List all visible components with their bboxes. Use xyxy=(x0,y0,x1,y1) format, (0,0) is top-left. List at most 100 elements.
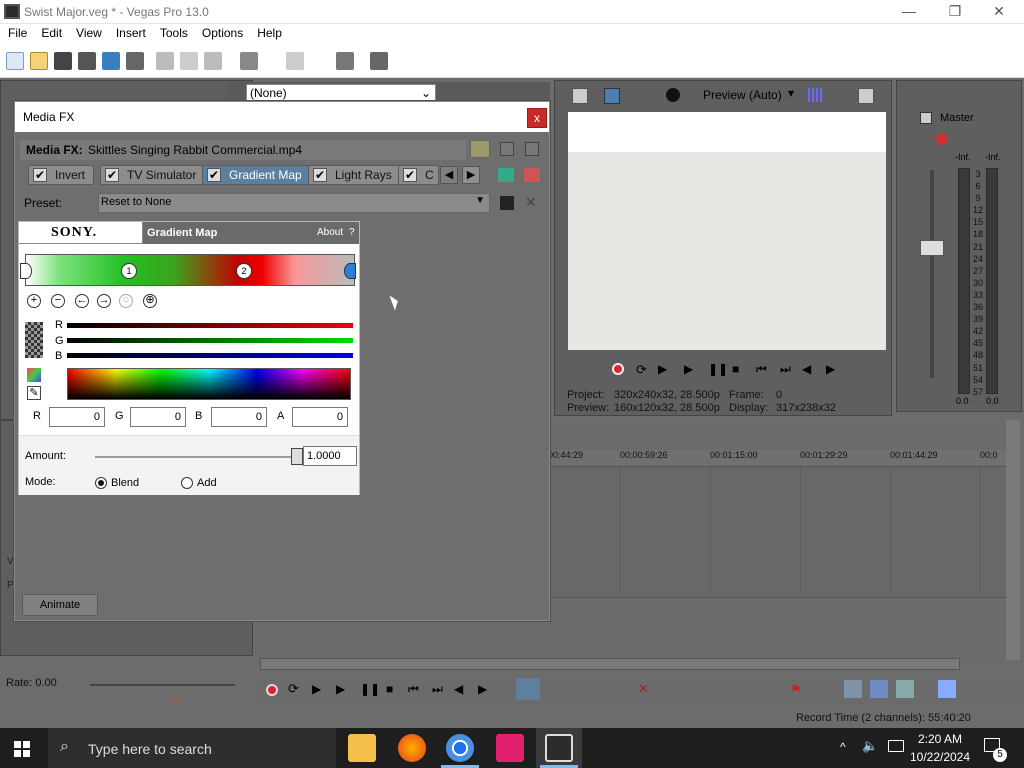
show-hidden-icons[interactable]: ^ xyxy=(840,740,846,754)
chrome-icon[interactable] xyxy=(446,734,474,762)
rate-slider[interactable] xyxy=(90,684,235,686)
move-stop-left-icon[interactable]: ← xyxy=(75,294,89,308)
previous-frame-icon[interactable]: ◀ xyxy=(802,362,811,376)
save-icon[interactable] xyxy=(54,52,72,70)
remove-stop-icon[interactable]: − xyxy=(51,294,65,308)
master-fx-icon[interactable] xyxy=(936,133,948,145)
chain-button-invert[interactable]: ✔ Invert xyxy=(28,165,95,185)
snapping-icon[interactable] xyxy=(938,680,956,698)
amount-input[interactable]: 1.0000 xyxy=(303,446,357,466)
auto-ripple-icon[interactable] xyxy=(844,680,862,698)
clock-time[interactable]: 2:20 AM xyxy=(910,732,970,746)
chain-scroll-left-icon[interactable]: ◀ xyxy=(440,166,458,184)
redo-icon[interactable] xyxy=(286,52,304,70)
record-icon[interactable] xyxy=(266,684,278,696)
checkbox-icon[interactable]: ✔ xyxy=(313,168,327,182)
plugin-chain-icon[interactable] xyxy=(498,168,514,182)
menu-insert[interactable]: Insert xyxy=(108,24,152,40)
grid-view-icon[interactable] xyxy=(525,142,539,156)
gradient-stop-2[interactable]: 2 xyxy=(236,263,252,279)
menu-edit[interactable]: Edit xyxy=(33,24,68,40)
save-as-icon[interactable] xyxy=(78,52,96,70)
menu-file[interactable]: File xyxy=(0,24,33,40)
paste-icon[interactable] xyxy=(204,52,222,70)
amount-slider-thumb[interactable] xyxy=(291,448,303,465)
loop-icon[interactable]: ⟳ xyxy=(288,681,299,697)
color-picker-icon[interactable] xyxy=(27,368,41,382)
preset-dropdown[interactable]: Reset to None ▼ xyxy=(98,193,490,213)
play-from-start-icon[interactable]: ▶ xyxy=(312,682,321,696)
menu-help[interactable]: Help xyxy=(249,24,288,40)
undo-icon[interactable] xyxy=(240,52,258,70)
chain-scroll-right-icon[interactable]: ▶ xyxy=(462,166,480,184)
distribute-stops-icon[interactable]: ⊕ xyxy=(143,294,157,308)
lock-envelopes-icon[interactable] xyxy=(870,680,888,698)
track-area[interactable] xyxy=(546,466,1006,598)
dialog-close-button[interactable]: x xyxy=(527,108,547,128)
open-icon[interactable] xyxy=(30,52,48,70)
minimize-button[interactable]: — xyxy=(886,0,932,24)
list-view-icon[interactable] xyxy=(500,142,514,156)
fx-preset-dropdown[interactable]: (None) ⌄ xyxy=(246,84,436,102)
render-as-icon[interactable] xyxy=(102,52,120,70)
whats-this-help-icon[interactable] xyxy=(370,52,388,70)
pause-icon[interactable]: ❚❚ xyxy=(360,682,380,696)
gradient-editor[interactable]: 1 2 xyxy=(20,254,356,286)
clock-date[interactable]: 10/22/2024 xyxy=(906,750,974,764)
red-value-input[interactable]: 0 xyxy=(49,407,105,427)
help-link[interactable]: ? xyxy=(349,227,355,238)
gradient-stop-end[interactable] xyxy=(344,263,356,279)
checkbox-icon[interactable]: ✔ xyxy=(33,168,47,182)
go-to-end-icon[interactable]: ⏭ xyxy=(432,682,443,697)
remove-plugin-icon[interactable] xyxy=(524,168,540,182)
loop-icon[interactable]: ⟳ xyxy=(636,362,647,378)
close-window-button[interactable]: ✕ xyxy=(976,0,1022,24)
gradient-stop-start[interactable] xyxy=(20,263,32,279)
normal-edit-tool-icon[interactable] xyxy=(516,678,540,700)
pause-icon[interactable]: ❚❚ xyxy=(708,362,728,376)
menu-options[interactable]: Options xyxy=(194,24,249,40)
vertical-scrollbar[interactable] xyxy=(1006,420,1020,660)
chevron-down-icon[interactable]: ▾ xyxy=(788,86,794,100)
menu-tools[interactable]: Tools xyxy=(152,24,194,40)
chain-button-tv-simulator[interactable]: ✔ TV Simulator xyxy=(100,165,206,185)
network-icon[interactable] xyxy=(888,740,904,752)
firefox-icon[interactable] xyxy=(398,734,426,762)
color-spectrum[interactable] xyxy=(67,368,351,400)
green-slider[interactable] xyxy=(67,338,353,343)
downloader-icon[interactable] xyxy=(496,734,524,762)
overlays-icon[interactable] xyxy=(808,88,824,102)
play-icon[interactable]: ▶ xyxy=(684,362,693,376)
checkbox-icon[interactable]: ✔ xyxy=(207,168,221,182)
preview-quality-dropdown[interactable]: Preview (Auto) xyxy=(703,88,782,102)
copy-snapshot-icon[interactable] xyxy=(858,88,874,104)
external-monitor-icon[interactable] xyxy=(604,88,620,104)
previous-frame-icon[interactable]: ◀ xyxy=(454,682,463,696)
go-to-start-icon[interactable]: ⏮ xyxy=(408,682,419,697)
checkbox-icon[interactable]: ✔ xyxy=(105,168,119,182)
checkbox-icon[interactable]: ✔ xyxy=(403,168,417,182)
next-frame-icon[interactable]: ▶ xyxy=(478,682,487,696)
record-icon[interactable] xyxy=(612,363,624,375)
red-slider[interactable] xyxy=(67,323,353,328)
go-to-end-icon[interactable]: ⏭ xyxy=(780,362,791,377)
taskbar-search[interactable]: ⌕ Type here to search xyxy=(48,728,336,768)
save-preset-icon[interactable] xyxy=(500,196,514,210)
alpha-value-input[interactable]: 0 xyxy=(292,407,348,427)
blue-value-input[interactable]: 0 xyxy=(211,407,267,427)
animate-button[interactable]: Animate xyxy=(22,594,98,616)
file-explorer-icon[interactable] xyxy=(348,734,376,762)
fx-toggle-icon[interactable] xyxy=(470,140,490,158)
go-to-start-icon[interactable]: ⏮ xyxy=(756,362,767,377)
play-from-start-icon[interactable]: ▶ xyxy=(658,362,667,376)
copy-icon[interactable] xyxy=(180,52,198,70)
preview-fx-icon[interactable] xyxy=(666,88,680,102)
blend-radio[interactable] xyxy=(95,477,107,489)
ignore-grouping-icon[interactable] xyxy=(896,680,914,698)
windows-start-icon[interactable] xyxy=(14,741,30,757)
delete-preset-icon[interactable]: ✕ xyxy=(525,194,537,211)
gradient-stop-1[interactable]: 1 xyxy=(121,263,137,279)
next-frame-icon[interactable]: ▶ xyxy=(826,362,835,376)
about-link[interactable]: About xyxy=(317,227,343,238)
horizontal-scrollbar[interactable] xyxy=(260,658,960,670)
